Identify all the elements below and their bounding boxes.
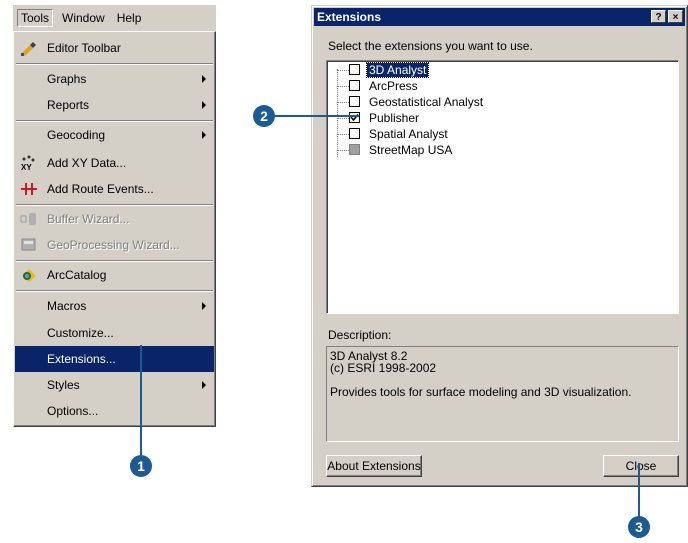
menu-separator [16,290,213,292]
callout-1: 1 [130,455,152,477]
tree-branch [337,86,349,87]
submenu-arrow-icon [202,302,206,310]
submenu-arrow-icon [202,101,206,109]
editor-toolbar-icon [20,40,38,56]
checkbox-geostatistical-analyst[interactable] [349,96,360,107]
submenu-arrow-icon [202,131,206,139]
help-button[interactable]: ? [651,10,666,23]
description-label: Description: [328,328,392,342]
menu-item-extensions[interactable]: Extensions... [15,346,214,372]
menu-help[interactable]: Help [114,10,145,26]
checkbox-publisher[interactable] [349,112,360,123]
geoprocessing-wizard-icon [20,237,38,253]
extension-label: StreetMap USA [369,143,453,157]
menu-item-buffer-wizard: Buffer Wizard... [15,206,214,232]
extension-row-publisher[interactable]: Publisher [327,111,627,127]
menu-item-label: Add Route Events... [47,182,154,196]
menu-window[interactable]: Window [59,10,108,26]
callout-1-leader-line [140,345,142,455]
extension-label: Geostatistical Analyst [369,95,484,109]
menu-item-reports[interactable]: Reports [15,92,214,118]
extensions-dialog: Extensions ? × Select the extensions you… [311,5,688,487]
menu-item-styles[interactable]: Styles [15,372,214,398]
checkbox-arcpress[interactable] [349,80,360,91]
extensions-list[interactable]: 3D Analyst ArcPress Geostatistical Analy… [326,60,679,314]
menu-item-label: Macros [47,299,87,313]
callout-3-leader-line [638,463,640,516]
menu-item-label: Buffer Wizard... [47,212,130,226]
tree-branch [337,118,349,119]
menu-separator [16,63,213,65]
extension-label: Spatial Analyst [369,127,448,141]
menu-item-arccatalog[interactable]: ArcCatalog [15,262,214,288]
menu-item-label: Extensions... [47,352,116,366]
menu-tools[interactable]: Tools [17,9,54,27]
about-extensions-button[interactable]: About Extensions [326,455,422,477]
menu-bar: Tools Window Help [13,5,216,31]
extension-row-streetmap-usa[interactable]: StreetMap USA [327,143,627,159]
menu-item-options[interactable]: Options... [15,398,214,424]
menu-item-label: Add XY Data... [47,156,127,170]
menu-item-add-xy-data[interactable]: XY Add XY Data... [15,150,214,176]
checkbox-spatial-analyst[interactable] [349,128,360,139]
buffer-wizard-icon [20,211,38,227]
callout-2: 2 [253,105,275,127]
dialog-title-bar: Extensions ? × [314,8,685,26]
submenu-arrow-icon [202,381,206,389]
extension-label: Publisher [369,111,420,125]
menu-item-customize[interactable]: Customize... [15,320,214,346]
extension-label: 3D Analyst [365,62,430,78]
description-box: 3D Analyst 8.2 (c) ESRI 1998-2002 Provid… [326,346,679,442]
callout-3: 3 [628,516,650,538]
menu-item-geoprocessing-wizard: GeoProcessing Wizard... [15,232,214,258]
menu-item-label: Options... [47,404,99,418]
arccatalog-icon [20,267,38,283]
menu-item-geocoding[interactable]: Geocoding [15,122,214,148]
extension-row-3d-analyst[interactable]: 3D Analyst [327,62,627,79]
menu-item-graphs[interactable]: Graphs [15,66,214,92]
extensions-prompt: Select the extensions you want to use. [328,39,533,53]
tree-branch [337,102,349,103]
add-xy-data-icon: XY [20,155,38,172]
callout-2-leader-line [275,115,359,117]
menu-item-label: Styles [47,378,80,392]
menu-item-label: ArcCatalog [47,268,107,282]
tree-branch [337,70,349,71]
extension-label: ArcPress [369,79,418,93]
checkbox-streetmap-usa [349,144,360,155]
menu-item-label: Graphs [47,72,87,86]
menu-item-editor-toolbar[interactable]: Editor Toolbar [15,35,214,61]
svg-text:XY: XY [21,163,32,171]
close-button[interactable]: Close [603,455,679,477]
menu-item-add-route-events[interactable]: Add Route Events... [15,176,214,202]
menu-item-label: Geocoding [47,128,106,142]
close-x-button[interactable]: × [668,10,683,23]
tools-dropdown-menu: Editor Toolbar Graphs Reports Geocoding … [13,31,216,427]
tree-branch [337,134,349,135]
menu-item-label: Customize... [47,326,114,340]
tree-branch [337,150,349,151]
menu-item-label: Editor Toolbar [47,41,121,55]
extension-row-spatial-analyst[interactable]: Spatial Analyst [327,127,627,143]
checkbox-3d-analyst[interactable] [349,64,360,75]
add-route-events-icon [20,181,38,197]
extension-row-arcpress[interactable]: ArcPress [327,79,627,95]
menu-item-label: GeoProcessing Wizard... [47,238,180,252]
submenu-arrow-icon [202,75,206,83]
menu-item-macros[interactable]: Macros [15,293,214,319]
dialog-title: Extensions [317,10,382,24]
extension-row-geostatistical-analyst[interactable]: Geostatistical Analyst [327,95,627,111]
menu-item-label: Reports [47,98,90,112]
